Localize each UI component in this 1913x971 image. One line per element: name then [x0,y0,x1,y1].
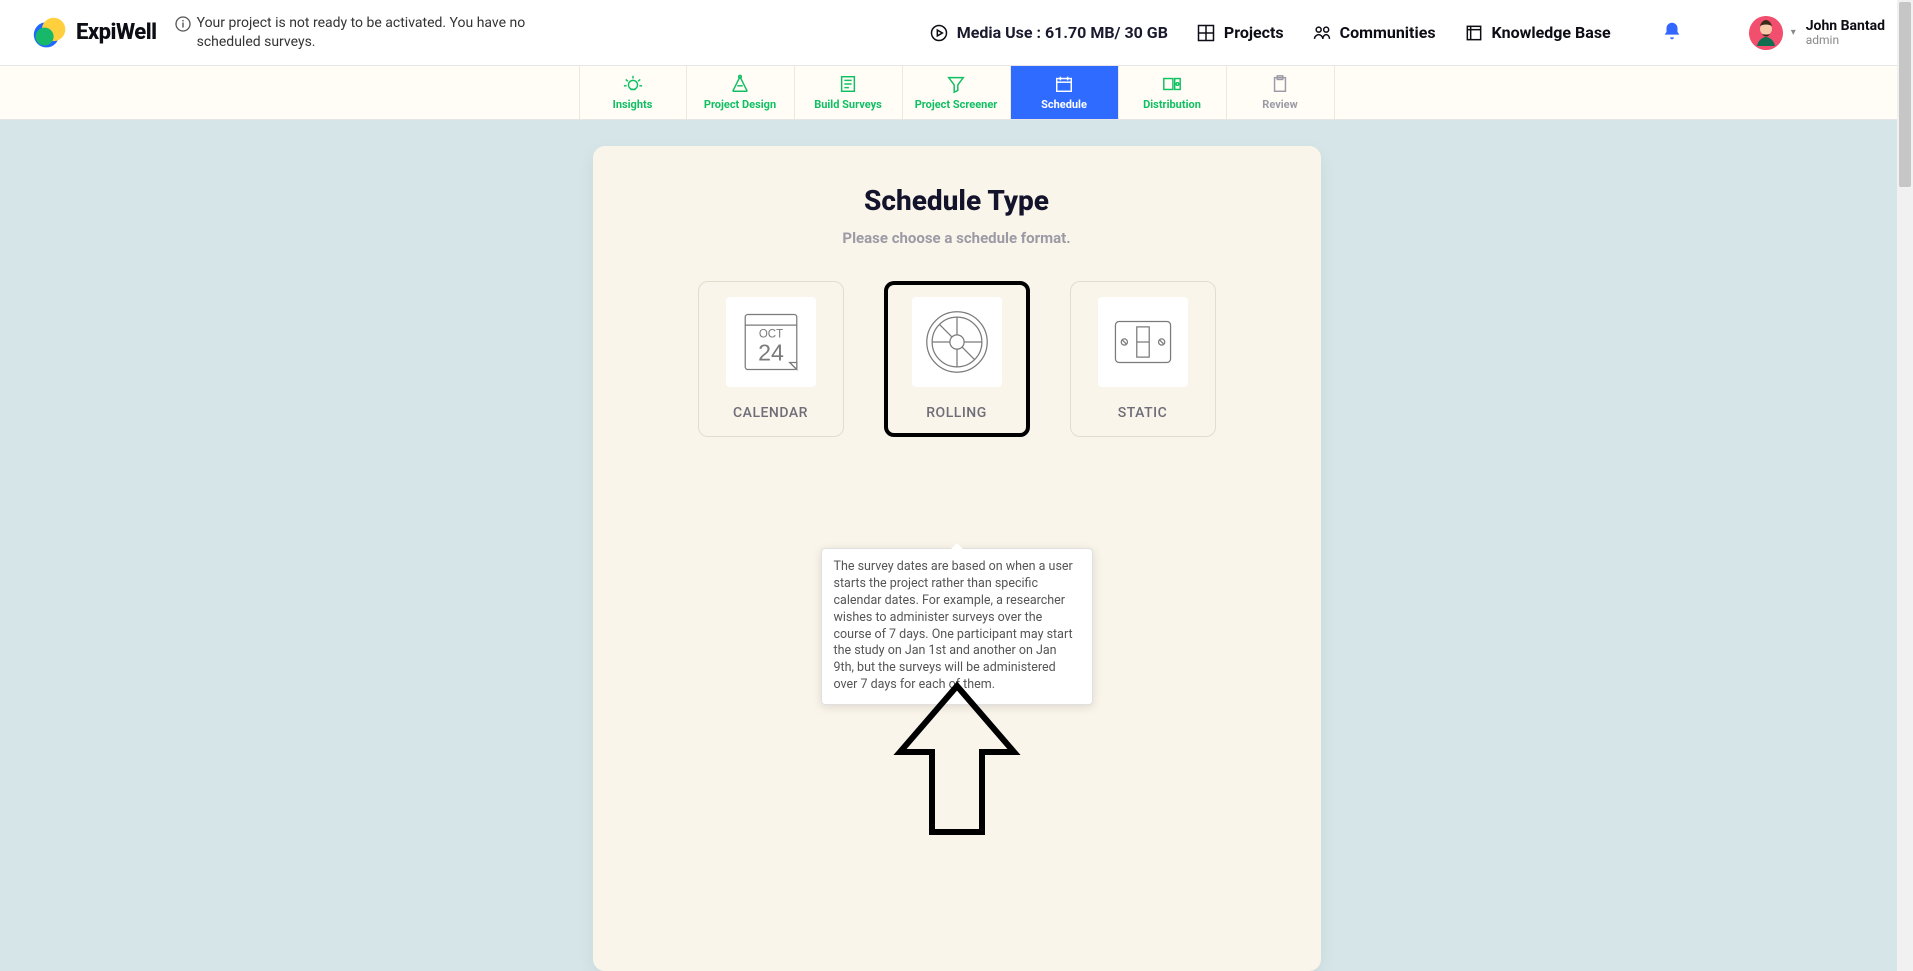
book-icon [1464,23,1484,43]
brand-block[interactable]: ExpiWell [32,15,157,51]
media-use-text: Media Use : 61.70 MB/ 30 GB [957,23,1168,42]
tab-project-design-label: Project Design [704,98,776,111]
user-role: admin [1806,34,1885,48]
user-name: John Bantad [1806,18,1885,34]
rolling-option-icon [912,297,1002,387]
nav-knowledge-base[interactable]: Knowledge Base [1464,23,1611,43]
annotation-arrow-icon [892,680,1022,840]
expiwell-logo-icon [32,15,68,51]
rolling-tooltip-text: The survey dates are based on when a use… [834,559,1073,692]
tab-build-surveys[interactable]: Build Surveys [795,66,903,119]
brand-name: ExpiWell [76,20,157,45]
tab-project-screener[interactable]: Project Screener [903,66,1011,119]
tab-project-design[interactable]: Project Design [687,66,795,119]
tab-insights[interactable]: Insights [579,66,687,119]
people-icon [1312,23,1332,43]
tab-review[interactable]: Review [1227,66,1335,119]
scrollbar[interactable] [1897,0,1913,971]
option-rolling-label: ROLLING [926,405,987,421]
nav-communities-label: Communities [1340,23,1436,42]
tab-review-label: Review [1262,98,1297,111]
nav-projects[interactable]: Projects [1196,23,1284,43]
tab-project-screener-label: Project Screener [915,98,998,111]
funnel-icon [945,74,967,94]
warning-text: Your project is not ready to be activate… [197,14,535,52]
stage: Schedule Type Please choose a schedule f… [0,120,1913,971]
option-rolling[interactable]: ROLLING [884,281,1030,437]
svg-text:24: 24 [758,340,784,366]
user-menu[interactable]: ▾ John Bantad admin [1749,16,1885,50]
tab-build-surveys-label: Build Surveys [814,98,882,111]
clipboard-icon [1269,74,1291,94]
top-header: ExpiWell Your project is not ready to be… [0,0,1913,66]
tab-schedule[interactable]: Schedule [1011,66,1119,119]
compass-icon [729,74,751,94]
bell-icon [1661,20,1683,42]
user-text: John Bantad admin [1806,18,1885,48]
info-icon [175,16,191,32]
avatar [1749,16,1783,50]
nav-projects-label: Projects [1224,23,1284,42]
grid-icon [1196,23,1216,43]
distribution-icon [1161,74,1183,94]
header-links: Media Use : 61.70 MB/ 30 GB Projects Com… [929,16,1885,50]
svg-text:OCT: OCT [758,329,782,341]
option-static[interactable]: STATIC [1070,281,1216,437]
chevron-down-icon: ▾ [1791,27,1796,38]
calendar-option-icon: OCT 24 [726,297,816,387]
tab-distribution[interactable]: Distribution [1119,66,1227,119]
card-title: Schedule Type [641,184,1273,217]
avatar-icon [1749,16,1783,50]
option-static-label: STATIC [1118,405,1167,421]
project-tabs: Insights Project Design Build Surveys Pr… [0,66,1913,120]
lightbulb-icon [622,74,644,94]
scrollbar-thumb[interactable] [1899,2,1911,187]
static-option-icon [1098,297,1188,387]
project-status-warning: Your project is not ready to be activate… [175,14,535,52]
play-circle-icon [929,23,949,43]
survey-icon [837,74,859,94]
nav-kb-label: Knowledge Base [1492,23,1611,42]
option-calendar[interactable]: OCT 24 CALENDAR [698,281,844,437]
tab-schedule-label: Schedule [1041,98,1087,111]
schedule-type-options: OCT 24 CALENDAR [641,281,1273,437]
card-subtitle: Please choose a schedule format. [641,229,1273,247]
tab-distribution-label: Distribution [1143,98,1201,111]
tab-insights-label: Insights [613,98,653,111]
calendar-icon [1053,74,1075,94]
option-calendar-label: CALENDAR [733,405,808,421]
nav-communities[interactable]: Communities [1312,23,1436,43]
notifications-button[interactable] [1661,20,1683,46]
media-use-indicator[interactable]: Media Use : 61.70 MB/ 30 GB [929,23,1168,43]
